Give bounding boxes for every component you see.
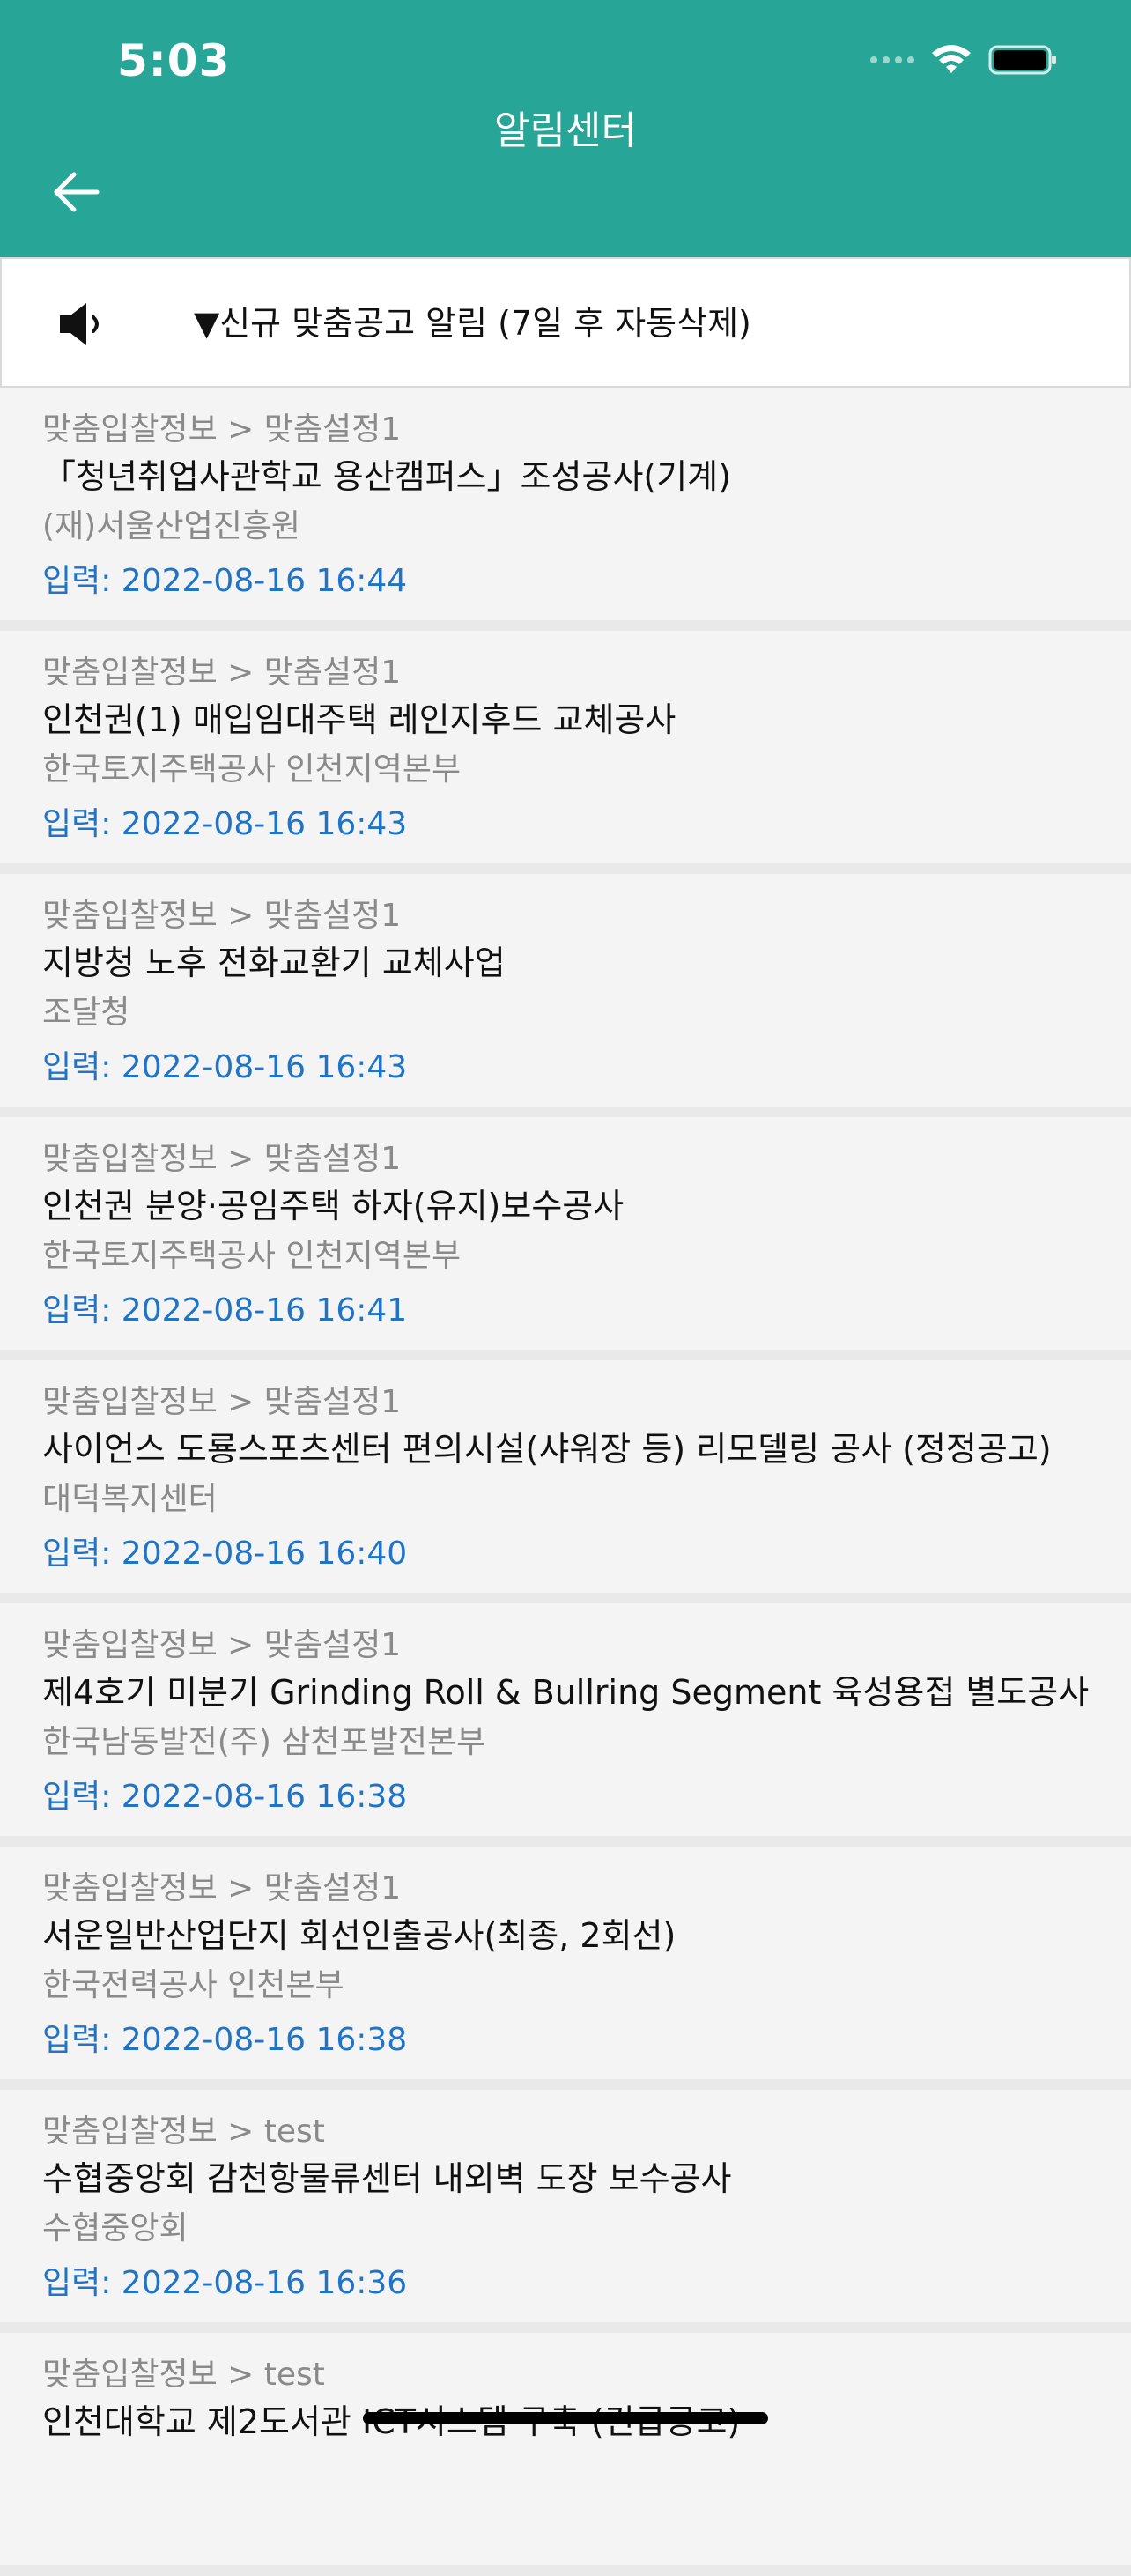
item-category: 맞춤입찰정보 > 맞춤설정1 — [42, 1384, 402, 1420]
item-category: 맞춤입찰정보 > 맞춤설정1 — [42, 655, 402, 691]
item-org: 수협중앙회 — [42, 2210, 188, 2247]
list-item[interactable]: 맞춤입찰정보 > 맞춤설정1 지방청 노후 전화교환기 교체사업 조달청 입력:… — [0, 874, 1131, 1117]
list-item[interactable]: 맞춤입찰정보 > 맞춤설정1 인천권 분양·공임주택 하자(유지)보수공사 한국… — [0, 1117, 1131, 1360]
notification-list: 맞춤입찰정보 > 맞춤설정1 「청년취업사관학교 용산캠퍼스」조성공사(기계) … — [0, 388, 1131, 2576]
item-category: 맞춤입찰정보 > 맞춤설정1 — [42, 411, 402, 448]
item-title: 사이언스 도룡스포츠센터 편의시설(샤워장 등) 리모델링 공사 (정정공고) — [42, 1430, 1052, 1469]
wifi-icon — [932, 45, 971, 73]
item-org: 한국남동발전(주) 삼천포발전본부 — [42, 1724, 486, 1760]
item-category: 맞춤입찰정보 > test — [42, 2113, 325, 2150]
list-item[interactable]: 맞춤입찰정보 > 맞춤설정1 제4호기 미분기 Grinding Roll & … — [0, 1603, 1131, 1847]
item-date: 입력: 2022-08-16 16:38 — [42, 1779, 408, 1815]
page-title: 알림센터 — [494, 108, 637, 153]
item-date: 입력: 2022-08-16 16:43 — [42, 1049, 408, 1085]
item-title: 지방청 노후 전화교환기 교체사업 — [42, 944, 506, 982]
item-org: 조달청 — [42, 995, 130, 1031]
list-item[interactable]: 맞춤입찰정보 > 맞춤설정1 인천권(1) 매입임대주택 레인지후드 교체공사 … — [0, 631, 1131, 874]
list-item[interactable]: 맞춤입찰정보 > 맞춤설정1 사이언스 도룡스포츠센터 편의시설(샤워장 등) … — [0, 1360, 1131, 1603]
list-item[interactable]: 맞춤입찰정보 > test 수협중앙회 감천항물류센터 내외벽 도장 보수공사 … — [0, 2090, 1131, 2333]
back-button[interactable] — [42, 159, 109, 226]
item-title: 인천권 분양·공임주택 하자(유지)보수공사 — [42, 1187, 625, 1225]
status-icons — [870, 44, 1059, 76]
item-date: 입력: 2022-08-16 16:44 — [42, 563, 408, 599]
item-org: 한국토지주택공사 인천지역본부 — [42, 751, 462, 788]
item-title: 서운일반산업단지 회선인출공사(최종, 2회선) — [42, 1916, 676, 1955]
item-title: 인천권(1) 매입임대주택 레인지후드 교체공사 — [42, 700, 676, 739]
speaker-icon — [60, 303, 99, 345]
item-title: 「청년취업사관학교 용산캠퍼스」조성공사(기계) — [42, 457, 731, 496]
item-title: 수협중앙회 감천항물류센터 내외벽 도장 보수공사 — [42, 2159, 732, 2198]
home-indicator[interactable] — [363, 2412, 768, 2424]
back-arrow-icon — [54, 172, 100, 212]
item-date: 입력: 2022-08-16 16:43 — [42, 806, 408, 842]
list-item[interactable]: 맞춤입찰정보 > test 인천대학교 제2도서관 ICT시스템 구축 (긴급공… — [0, 2333, 1131, 2576]
item-category: 맞춤입찰정보 > 맞춤설정1 — [42, 898, 402, 934]
item-org: 한국토지주택공사 인천지역본부 — [42, 1238, 462, 1274]
item-category: 맞춤입찰정보 > 맞춤설정1 — [42, 1870, 402, 1906]
item-date: 입력: 2022-08-16 16:41 — [42, 1292, 408, 1329]
notice-text: ▼신규 맞춤공고 알림 (7일 후 자동삭제) — [194, 304, 751, 343]
item-date: 입력: 2022-08-16 16:38 — [42, 2022, 408, 2058]
status-time: 5:03 — [117, 35, 231, 86]
item-org: 대덕복지센터 — [42, 1481, 218, 1517]
item-category: 맞춤입찰정보 > 맞춤설정1 — [42, 1141, 402, 1177]
item-category: 맞춤입찰정보 > test — [42, 2357, 325, 2393]
list-item[interactable]: 맞춤입찰정보 > 맞춤설정1 서운일반산업단지 회선인출공사(최종, 2회선) … — [0, 1847, 1131, 2090]
item-date: 입력: 2022-08-16 16:40 — [42, 1536, 408, 1572]
item-org: 한국전력공사 인천본부 — [42, 1967, 344, 2003]
item-org: (재)서울산업진흥원 — [42, 508, 301, 544]
item-title: 제4호기 미분기 Grinding Roll & Bullring Segmen… — [42, 1673, 1090, 1712]
list-item[interactable]: 맞춤입찰정보 > 맞춤설정1 「청년취업사관학교 용산캠퍼스」조성공사(기계) … — [0, 388, 1131, 631]
notice-bar[interactable]: ▼신규 맞춤공고 알림 (7일 후 자동삭제) — [0, 257, 1131, 388]
item-date: 입력: 2022-08-16 16:36 — [42, 2265, 408, 2301]
battery-icon — [988, 45, 1056, 75]
cellular-signal-icon — [870, 56, 914, 63]
item-category: 맞춤입찰정보 > 맞춤설정1 — [42, 1627, 402, 1663]
app-header: 5:03 알림센터 — [0, 0, 1131, 257]
